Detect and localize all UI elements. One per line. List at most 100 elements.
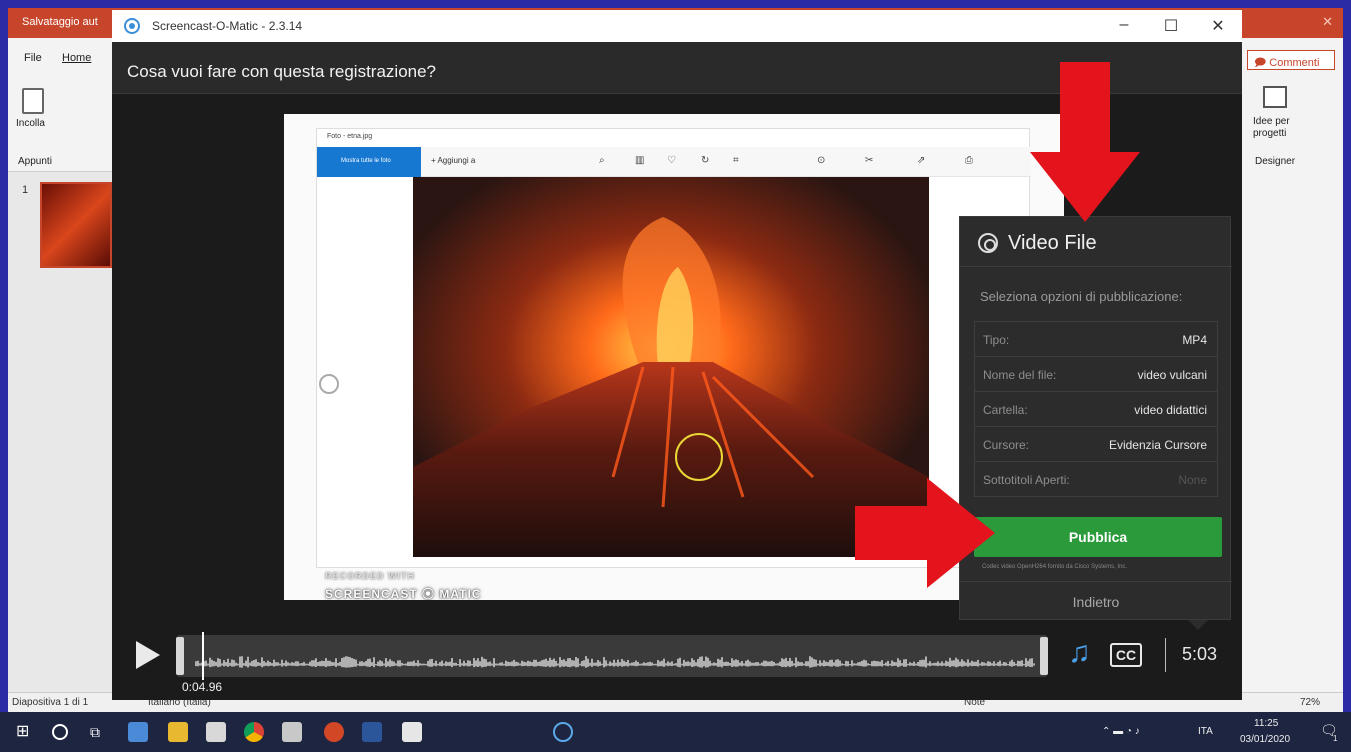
close-button[interactable]: ✕ bbox=[1203, 16, 1233, 36]
panel-title: Video File bbox=[1008, 232, 1097, 254]
screencast-logo-icon bbox=[124, 18, 140, 34]
film-reel-icon bbox=[978, 233, 998, 253]
menu-file[interactable]: File bbox=[24, 52, 42, 64]
notification-count: 1 bbox=[1333, 734, 1338, 743]
page-title: Cosa vuoi fare con questa registrazione? bbox=[127, 62, 437, 81]
edit-icon: ✂ bbox=[865, 155, 874, 166]
word-icon[interactable] bbox=[362, 722, 382, 742]
taskbar: ⊞ ⧉ ⌃ ▬ ◔ ♪ ITA 11:25 03/01/2020 🗨 1 bbox=[0, 712, 1351, 752]
closed-captions-button[interactable]: CC bbox=[1110, 643, 1142, 667]
panel-header: Video File bbox=[960, 217, 1232, 267]
option-value: video didattici bbox=[1134, 403, 1207, 417]
design-ideas-icon[interactable] bbox=[1263, 86, 1287, 108]
slide-thumbnails-pane: 1 bbox=[8, 172, 118, 692]
music-note-icon[interactable]: ♫ bbox=[1068, 638, 1091, 668]
back-button[interactable]: Indietro bbox=[960, 581, 1232, 621]
arrow-down-icon bbox=[1030, 62, 1140, 222]
option-label: Tipo: bbox=[983, 333, 1010, 347]
option-type[interactable]: Tipo: MP4 bbox=[975, 322, 1217, 357]
crop-icon: ⌗ bbox=[733, 155, 739, 166]
option-label: Nome del file: bbox=[983, 368, 1057, 382]
powerpoint-icon[interactable] bbox=[324, 722, 344, 742]
option-label: Cursore: bbox=[983, 438, 1030, 452]
tray-icons[interactable]: ⌃ ▬ ◔ ♪ bbox=[1102, 726, 1140, 737]
trim-end-handle[interactable] bbox=[1040, 637, 1048, 675]
paste-icon[interactable] bbox=[22, 88, 44, 114]
current-time: 0:04.96 bbox=[182, 680, 223, 694]
ribbon-designer: 🗩 Commenti Idee per progetti Designer bbox=[1243, 44, 1343, 172]
cursor-highlight-ring bbox=[675, 433, 723, 481]
slide-info: Diapositiva 1 di 1 bbox=[12, 697, 89, 708]
option-value: None bbox=[1178, 473, 1207, 487]
delete-icon: ▥ bbox=[635, 155, 645, 166]
codec-note: Codec video OpenH264 fornito da Cisco Sy… bbox=[982, 564, 1128, 570]
screencast-taskbar-icon[interactable] bbox=[553, 722, 573, 742]
share-icon: ⇗ bbox=[917, 155, 926, 166]
designer-group-label: Designer bbox=[1255, 156, 1296, 167]
clipboard-group-label: Appunti bbox=[18, 156, 52, 167]
playhead[interactable] bbox=[202, 632, 204, 680]
menu-home[interactable]: Home bbox=[62, 52, 91, 64]
panel-pointer bbox=[1188, 620, 1208, 630]
audio-waveform bbox=[195, 656, 1035, 668]
play-button[interactable] bbox=[136, 641, 160, 669]
clock-date[interactable]: 03/01/2020 bbox=[1240, 734, 1290, 745]
timeline-track[interactable] bbox=[176, 635, 1048, 677]
photos-show-all-button: Mostra tutte le foto bbox=[317, 147, 421, 177]
option-folder[interactable]: Cartella: video didattici bbox=[975, 392, 1217, 427]
option-label: Sottotitoli Aperti: bbox=[983, 473, 1070, 487]
photos-icon[interactable] bbox=[282, 722, 302, 742]
file-explorer-icon[interactable] bbox=[168, 722, 188, 742]
design-ideas-button[interactable]: Idee per progetti bbox=[1253, 116, 1303, 140]
option-subtitles[interactable]: Sottotitoli Aperti: None bbox=[975, 462, 1217, 497]
print-icon: ⎙ bbox=[965, 155, 973, 166]
option-value: video vulcani bbox=[1137, 368, 1207, 382]
publish-options-list: Tipo: MP4 Nome del file: video vulcani C… bbox=[974, 321, 1218, 497]
zoom-icon: ⌕ bbox=[599, 155, 605, 166]
video-duration: 5:03 bbox=[1182, 644, 1218, 664]
publish-button[interactable]: Pubblica bbox=[974, 517, 1222, 557]
option-label: Cartella: bbox=[983, 403, 1028, 417]
screencast-window-title: Screencast-O-Matic - 2.3.14 bbox=[152, 19, 303, 33]
option-cursor[interactable]: Cursore: Evidenzia Cursore bbox=[975, 427, 1217, 462]
comment-icon: 🗩 bbox=[1254, 57, 1267, 69]
watermark-brand: SCREENCAST ⦿ MATIC bbox=[325, 587, 482, 601]
windows-start-icon[interactable]: ⊞ bbox=[16, 722, 36, 742]
watermark-small: RECORDED WITH bbox=[325, 571, 415, 581]
comments-button[interactable]: 🗩 Commenti bbox=[1247, 50, 1335, 70]
input-language[interactable]: ITA bbox=[1198, 726, 1213, 737]
option-filename[interactable]: Nome del file: video vulcani bbox=[975, 357, 1217, 392]
arrow-right-icon bbox=[855, 478, 995, 588]
search-icon[interactable] bbox=[52, 724, 68, 740]
trim-start-handle[interactable] bbox=[176, 637, 184, 675]
enhance-icon: ⊙ bbox=[817, 155, 826, 166]
side-circle-icon bbox=[319, 374, 339, 394]
powerpoint-close-icon[interactable]: ✕ bbox=[1322, 14, 1333, 30]
photos-app-toolbar: Mostra tutte le foto + Aggiungi a ⌕ ▥ ♡ … bbox=[317, 147, 1031, 177]
divider bbox=[1165, 638, 1166, 672]
maximize-button[interactable]: ☐ bbox=[1156, 16, 1186, 36]
people-icon[interactable] bbox=[128, 722, 148, 742]
video-file-panel: Video File Seleziona opzioni di pubblica… bbox=[959, 216, 1232, 621]
app-window-icon[interactable] bbox=[206, 722, 226, 742]
heart-icon: ♡ bbox=[667, 155, 676, 166]
slide-thumbnail[interactable] bbox=[40, 182, 112, 268]
task-view-icon[interactable]: ⧉ bbox=[90, 722, 110, 742]
photos-add-button: + Aggiungi a bbox=[431, 156, 476, 165]
paste-button[interactable]: Incolla bbox=[16, 118, 45, 129]
photos-app-title: Foto - etna.jpg bbox=[327, 133, 373, 140]
powerpoint-title: Salvataggio aut bbox=[22, 16, 98, 28]
comments-label: Commenti bbox=[1269, 57, 1320, 69]
screen-frame: Salvataggio aut ✕ File Home Incolla Appu… bbox=[0, 0, 1351, 752]
ribbon-clipboard: Incolla Appunti bbox=[8, 80, 118, 172]
screencast-titlebar: Screencast-O-Matic - 2.3.14 – ☐ ✕ bbox=[112, 10, 1242, 42]
volcano-photo bbox=[413, 177, 929, 557]
option-value: MP4 bbox=[1182, 333, 1207, 347]
window-icon[interactable] bbox=[402, 722, 422, 742]
zoom-level[interactable]: 72% bbox=[1300, 697, 1320, 708]
chrome-icon[interactable] bbox=[244, 722, 264, 742]
clock-time[interactable]: 11:25 bbox=[1254, 718, 1278, 729]
panel-subtitle: Seleziona opzioni di pubblicazione: bbox=[980, 289, 1183, 304]
rotate-icon: ↻ bbox=[701, 155, 710, 166]
minimize-button[interactable]: – bbox=[1109, 16, 1139, 34]
